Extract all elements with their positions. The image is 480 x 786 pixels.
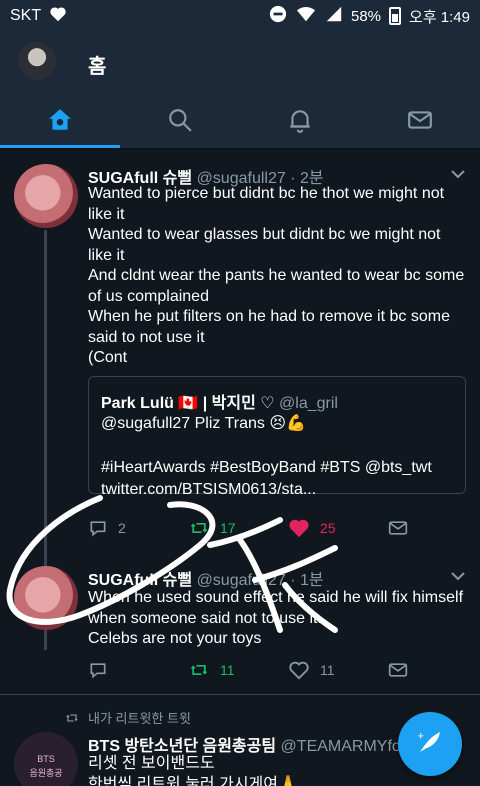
display-name[interactable]: BTS 방탄소년단 음원총공팀 [88, 738, 276, 755]
reply-icon [90, 521, 106, 537]
wifi-icon [295, 5, 317, 27]
tweet-line: Celebs are not your toys [88, 630, 262, 647]
mail-icon [388, 663, 408, 677]
reply-count: 2 [118, 520, 126, 536]
status-bar: SKT 58% 오후 1:49 [0, 0, 480, 32]
tweet-line: Wanted to wear glasses but didnt bc we m… [88, 226, 441, 264]
avatar[interactable]: BTS 음원총공 [14, 732, 78, 786]
quoted-author: Park Lulü 🇨🇦 | 박지민 ♡ @la_gril [101, 389, 338, 413]
bell-icon [287, 107, 313, 138]
like-button[interactable]: 11 [288, 660, 368, 680]
tab-home[interactable] [0, 96, 120, 148]
clock: 오후 1:49 [409, 8, 470, 26]
search-icon [167, 107, 193, 138]
retweet-count: 17 [220, 520, 236, 536]
dm-button[interactable] [388, 518, 418, 538]
avatar[interactable] [14, 164, 78, 228]
avatar[interactable] [14, 566, 78, 630]
tab-notifications[interactable] [240, 96, 360, 148]
app-header: 홈 [0, 32, 480, 150]
retweet-icon [190, 665, 208, 675]
retweet-button[interactable]: 11 [188, 660, 268, 680]
svg-text:+: + [418, 730, 425, 742]
tweet-line: (Cont [88, 349, 128, 366]
divider [0, 694, 480, 695]
handle-time: @sugafull27 · 1분 [196, 572, 324, 589]
quoted-handle: @la_gril [279, 395, 338, 412]
retweet-count: 11 [220, 662, 235, 678]
retweet-icon [66, 714, 78, 721]
tweet-line: 한번씩 리트윗 눌러 가시게여🙏 [88, 775, 298, 786]
carrier-label: SKT [10, 7, 42, 24]
retweet-button[interactable]: 17 [188, 518, 268, 538]
like-count: 11 [320, 662, 335, 678]
mail-icon [388, 521, 408, 535]
tweet-author: BTS 방탄소년단 음원총공팀 @TEAMARMYfor... [88, 732, 419, 756]
tweet-line: When he put filters on he had to remove … [88, 308, 450, 346]
tweet-line: Wanted to pierce but didnt bc he thot we… [88, 185, 445, 223]
heart-icon [289, 519, 309, 538]
compose-button[interactable]: + [398, 712, 462, 776]
header-divider [0, 148, 480, 150]
retweet-icon [190, 523, 208, 533]
quoted-text: @sugafull27 Pliz Trans 😣💪 #iHeartAwards … [101, 413, 451, 501]
tweet-text: Wanted to pierce but didnt bc he thot we… [88, 184, 466, 369]
quoted-tweet[interactable]: Park Lulü 🇨🇦 | 박지민 ♡ @la_gril @sugafull2… [88, 376, 466, 498]
signal-icon [325, 5, 343, 27]
heart-outline-icon [289, 661, 309, 680]
tab-search[interactable] [120, 96, 240, 148]
battery-icon [389, 7, 402, 25]
tab-bar [0, 96, 480, 148]
quoted-line: @sugafull27 Pliz Trans 😣💪 [101, 415, 306, 432]
tweet-line: And cldnt wear the pants he wanted to we… [88, 267, 465, 305]
tab-messages[interactable] [360, 96, 480, 148]
heart-icon [49, 6, 67, 27]
profile-avatar[interactable] [18, 42, 56, 80]
tweet-actions: 11 11 [88, 660, 418, 680]
reply-button[interactable]: 2 [88, 518, 168, 538]
avatar-text: 음원총공 [29, 768, 63, 778]
page-title: 홈 [88, 56, 107, 78]
tweet-author: SUGAfull 슈뻘 @sugafull27 · 1분 [88, 566, 324, 590]
dm-button[interactable] [388, 660, 418, 680]
display-name[interactable]: SUGAfull 슈뻘 [88, 572, 192, 589]
chevron-down-icon[interactable] [450, 568, 466, 589]
battery-percent: 58% [351, 7, 382, 25]
like-button[interactable]: 25 [288, 518, 368, 538]
quoted-line: #iHeartAwards #BestBoyBand #BTS @bts_twt… [101, 459, 432, 498]
tweet-line: When he used sound effect he said he wil… [88, 589, 464, 627]
like-count: 25 [320, 520, 336, 536]
home-icon [47, 107, 73, 138]
retweet-context-label: 내가 리트윗한 트윗 [88, 711, 191, 726]
avatar-text: BTS [37, 754, 55, 764]
reply-button[interactable] [88, 660, 168, 680]
tweet-actions: 2 17 25 [88, 518, 418, 538]
quoted-display-name: Park Lulü 🇨🇦 | 박지민 ♡ [101, 395, 275, 412]
dnd-icon [269, 5, 287, 27]
retweet-context: 내가 리트윗한 트윗 [64, 708, 191, 727]
compose-feather-icon: + [415, 727, 445, 762]
reply-icon [90, 663, 106, 679]
tweet-text: When he used sound effect he said he wil… [88, 588, 466, 650]
mail-icon [407, 107, 433, 138]
